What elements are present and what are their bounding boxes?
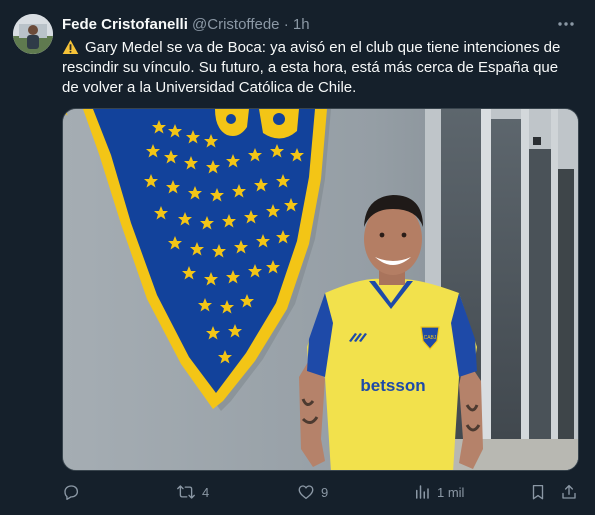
bookmark-icon <box>532 484 544 500</box>
share-icon <box>562 484 576 499</box>
bookmark-button[interactable] <box>529 480 547 504</box>
reply-icon <box>64 485 79 500</box>
more-icon <box>558 22 574 26</box>
more-options-button[interactable] <box>555 15 577 35</box>
heart-icon <box>298 485 314 500</box>
author-name[interactable]: Fede Cristofanelli <box>62 16 188 33</box>
views-chart-icon <box>416 485 429 499</box>
author-handle[interactable]: @Cristoffede <box>192 16 280 33</box>
tweet-header: Fede Cristofanelli @Cristoffede · 1h <box>62 15 575 35</box>
shirt-crest-text: CABJ <box>424 335 437 341</box>
avatar[interactable] <box>13 14 53 54</box>
avatar-image <box>13 14 53 54</box>
shirt-sponsor-text: betsson <box>360 376 425 395</box>
warning-icon <box>62 40 79 54</box>
views-button[interactable]: 1 mil <box>413 480 464 504</box>
like-count: 9 <box>321 484 329 500</box>
retweet-button[interactable]: 4 <box>176 480 209 504</box>
photo-scene: CABJ betsson <box>63 109 578 470</box>
tweet-actions: 4 9 1 mil <box>62 480 580 504</box>
like-button[interactable]: 9 <box>297 480 328 504</box>
views-count: 1 mil <box>437 484 465 500</box>
share-button[interactable] <box>560 480 578 504</box>
tweet-timestamp[interactable]: 1h <box>293 16 310 33</box>
tweet-photo[interactable]: CABJ betsson <box>62 108 579 471</box>
retweet-icon <box>177 485 195 499</box>
reply-button[interactable] <box>62 480 86 504</box>
separator-dot: · <box>283 16 289 33</box>
tweet-body: Gary Medel se va de Boca: ya avisó en el… <box>62 39 561 96</box>
tweet[interactable]: Fede Cristofanelli @Cristoffede · 1h Gar… <box>0 0 595 515</box>
tweet-text: Gary Medel se va de Boca: ya avisó en el… <box>62 38 572 98</box>
retweet-count: 4 <box>202 484 210 500</box>
